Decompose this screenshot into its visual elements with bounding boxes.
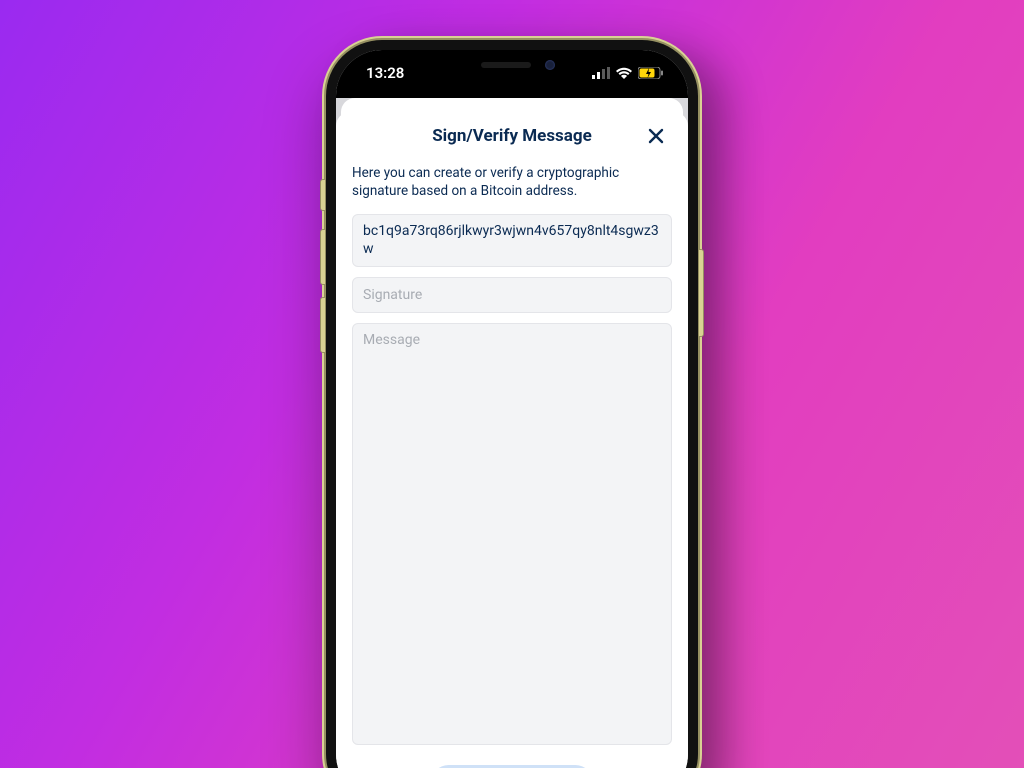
wifi-icon bbox=[615, 67, 633, 79]
cellular-signal-icon bbox=[592, 67, 610, 79]
phone-frame: 13:28 Sign/Verify Message bbox=[326, 40, 698, 768]
close-button[interactable] bbox=[642, 122, 670, 150]
phone-side-button bbox=[321, 180, 325, 210]
page-title: Sign/Verify Message bbox=[432, 126, 592, 146]
signature-input[interactable] bbox=[352, 277, 672, 313]
status-time: 13:28 bbox=[366, 64, 404, 82]
sheet-header: Sign/Verify Message bbox=[352, 112, 672, 160]
phone-screen: 13:28 Sign/Verify Message bbox=[336, 50, 688, 768]
background-stage: 13:28 Sign/Verify Message bbox=[0, 0, 1024, 768]
phone-volume-down bbox=[321, 298, 325, 352]
sign-verify-sheet: Sign/Verify Message Here you can create … bbox=[336, 112, 688, 768]
close-icon bbox=[647, 127, 665, 145]
battery-charging-icon bbox=[638, 67, 664, 79]
message-textarea[interactable] bbox=[352, 323, 672, 745]
address-value: bc1q9a73rq86rjlkwyr3wjwn4v657qy8nlt4sgwz… bbox=[363, 223, 659, 257]
description-text: Here you can create or verify a cryptogr… bbox=[352, 164, 672, 200]
phone-notch bbox=[437, 50, 587, 80]
action-bar: Sign Verify bbox=[352, 755, 672, 768]
address-field[interactable]: bc1q9a73rq86rjlkwyr3wjwn4v657qy8nlt4sgwz… bbox=[352, 214, 672, 267]
phone-power-button bbox=[699, 250, 703, 336]
phone-volume-up bbox=[321, 230, 325, 284]
